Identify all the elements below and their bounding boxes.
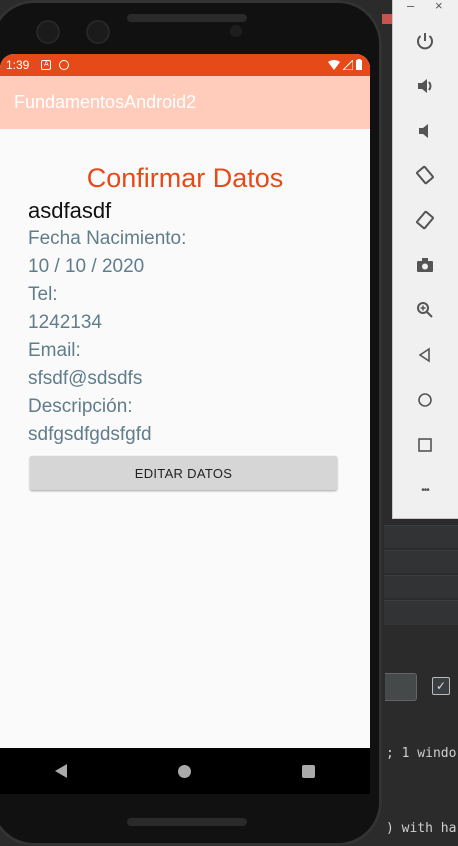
ide-row xyxy=(384,600,458,625)
nav-recent-icon[interactable] xyxy=(301,764,315,778)
volume-down-icon xyxy=(419,124,428,138)
navigation-bar xyxy=(0,748,370,794)
rotate-right-icon xyxy=(416,210,434,230)
phone-label: Tel: xyxy=(28,284,58,305)
power-icon xyxy=(417,33,433,50)
home-button[interactable] xyxy=(413,388,437,412)
emulator-toolbar: – × ••• xyxy=(392,0,458,519)
battery-icon xyxy=(356,59,362,70)
birth-value: 10 / 10 / 2020 xyxy=(28,256,145,277)
volume-up-button[interactable] xyxy=(413,74,437,98)
ide-checkbox[interactable]: ✓ xyxy=(432,677,450,695)
volume-down-button[interactable] xyxy=(413,119,437,143)
ide-console-line: ) with ha xyxy=(386,821,457,836)
device-screen: 1:39 A FundamentosAndroid2 Confirmar Dat… xyxy=(0,54,370,794)
proximity-sensor xyxy=(230,25,242,37)
more-button[interactable]: ••• xyxy=(413,478,437,502)
signal-icon xyxy=(343,59,353,70)
phone-value: 1242134 xyxy=(28,312,102,333)
wifi-icon xyxy=(328,59,340,70)
description-value: sdfgsdfgdsfgfd xyxy=(28,424,152,445)
email-label: Email: xyxy=(28,340,81,361)
nav-home-icon[interactable] xyxy=(177,764,191,778)
rotate-right-button[interactable] xyxy=(413,208,437,232)
zoom-icon xyxy=(417,302,433,318)
edit-data-button[interactable]: EDITAR DATOS xyxy=(30,456,337,490)
minimize-button[interactable]: – xyxy=(407,0,414,13)
power-button[interactable] xyxy=(413,29,437,53)
close-button[interactable]: × xyxy=(435,0,443,13)
earpiece xyxy=(127,14,247,22)
ide-row xyxy=(384,525,458,548)
notification-a-icon: A xyxy=(41,60,52,70)
status-time: 1:39 xyxy=(6,58,30,72)
zoom-button[interactable] xyxy=(413,298,437,322)
description-label: Descripción: xyxy=(28,396,133,417)
front-sensor xyxy=(86,20,110,44)
bottom-speaker xyxy=(127,818,247,826)
camera-icon xyxy=(417,258,433,272)
ide-row xyxy=(384,575,458,598)
app-bar: FundamentosAndroid2 xyxy=(0,76,370,129)
rotate-left-button[interactable] xyxy=(413,163,437,187)
ide-console-line: ; 1 windo xyxy=(386,746,457,761)
volume-up-icon xyxy=(418,79,432,93)
email-value: sfsdf@sdsdfs xyxy=(28,368,143,389)
status-icons xyxy=(328,59,362,70)
page-title: Confirmar Datos xyxy=(86,163,284,193)
rotate-left-icon xyxy=(416,165,434,185)
ide-text-field[interactable] xyxy=(385,673,417,701)
birth-label: Fecha Nacimiento: xyxy=(28,228,187,249)
back-button[interactable] xyxy=(413,343,437,367)
overview-icon xyxy=(418,438,432,452)
back-icon xyxy=(418,347,430,363)
ide-row xyxy=(384,550,458,573)
overview-button[interactable] xyxy=(413,433,437,457)
phone-frame: 1:39 A FundamentosAndroid2 Confirmar Dat… xyxy=(0,0,382,846)
screenshot-button[interactable] xyxy=(413,253,437,277)
front-camera xyxy=(36,20,60,44)
status-bar: 1:39 A xyxy=(0,54,370,76)
app-title: FundamentosAndroid2 xyxy=(14,92,197,112)
notification-app-icon xyxy=(59,60,70,70)
nav-back-icon[interactable] xyxy=(55,764,68,778)
home-icon xyxy=(418,393,432,407)
name-value: asdfasdf xyxy=(28,198,112,223)
confirm-content: Confirmar Datos asdfasdf Fecha Nacimient… xyxy=(0,161,370,490)
